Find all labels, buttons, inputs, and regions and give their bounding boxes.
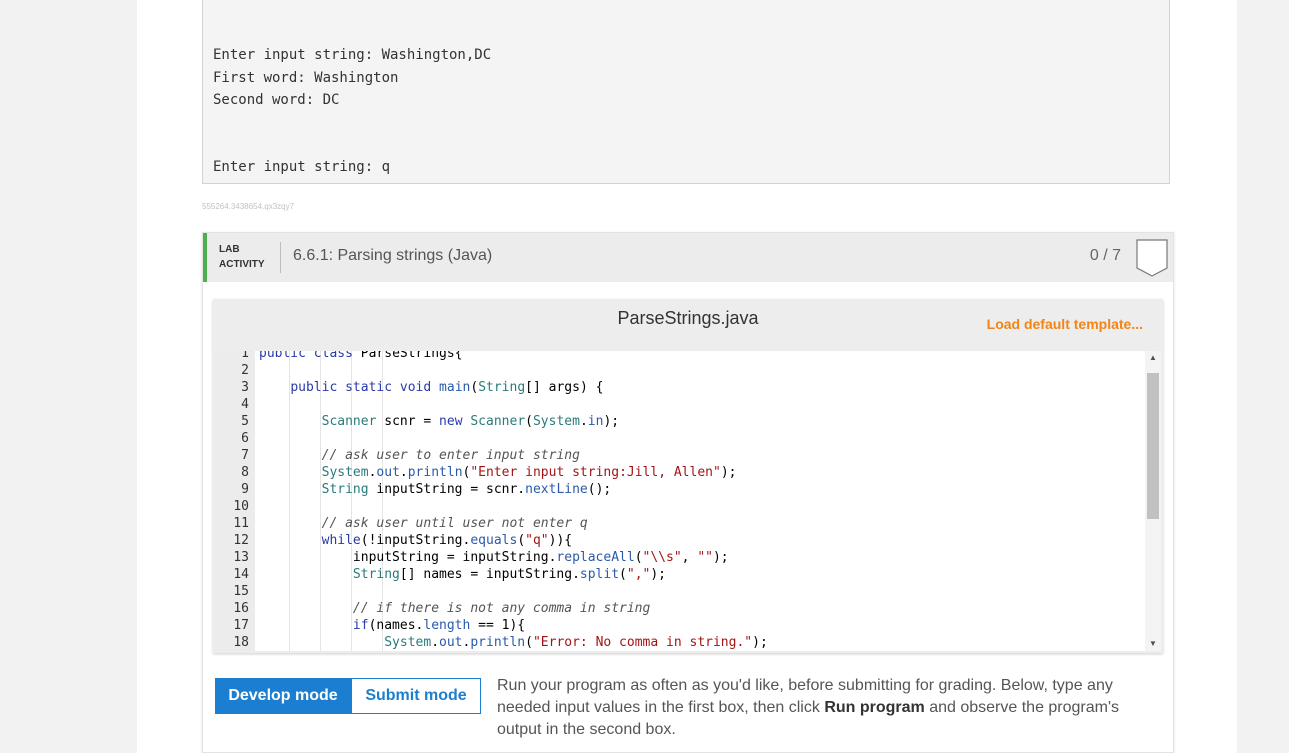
instructions-text: Run your program as often as you'd like,…	[497, 675, 1161, 741]
code-line[interactable]: 7 // ask user to enter input string	[215, 447, 1145, 464]
console-line: Enter input string: q	[213, 159, 391, 175]
code-line[interactable]: 18 System.out.println("Error: No comma i…	[215, 634, 1145, 651]
code-line[interactable]: 14 String[] names = inputString.split(",…	[215, 566, 1145, 583]
code-text: Scanner scnr = new Scanner(System.in);	[321, 414, 620, 429]
line-number: 2	[241, 363, 249, 378]
code-line[interactable]: 10	[215, 498, 1145, 515]
code-text: String[] names = inputString.split(",");	[352, 567, 667, 582]
code-line[interactable]: 5 Scanner scnr = new Scanner(System.in);	[215, 413, 1145, 430]
code-line[interactable]: 9 String inputString = scnr.nextLine();	[215, 481, 1145, 498]
code-text: // ask user to enter input string	[321, 448, 580, 463]
line-number: 13	[233, 550, 249, 565]
code-text: System.out.println("Enter input string:J…	[321, 465, 737, 480]
console-output-box: Enter input string: Washington,DC First …	[202, 0, 1170, 184]
lab-tag-line1: LAB	[219, 244, 240, 255]
code-editor-panel: ParseStrings.java Load default template.…	[213, 299, 1163, 653]
line-number: 18	[233, 635, 249, 650]
lab-score: 0 / 7	[1089, 247, 1121, 264]
line-number: 3	[241, 380, 249, 395]
code-text: inputString = inputString.replaceAll("\\…	[259, 550, 729, 565]
line-number: 4	[241, 397, 249, 412]
code-editor[interactable]: 1 public class ParseStrings{2 3 public sta…	[215, 351, 1161, 651]
lab-activity-card: LAB ACTIVITY 6.6.1: Parsing strings (Jav…	[202, 232, 1174, 753]
console-line: Second word: DC	[213, 92, 340, 108]
code-line[interactable]: 11 // ask user until user not enter q	[215, 515, 1145, 532]
code-text: while(!inputString.equals("q")){	[321, 533, 573, 548]
code-line[interactable]: 4	[215, 396, 1145, 413]
code-line[interactable]: 6	[215, 430, 1145, 447]
code-line[interactable]: 2	[215, 362, 1145, 379]
code-text: System.out.println("Error: No comma in s…	[384, 635, 768, 650]
activity-id: 555264.3438654.qx3zqy7	[202, 202, 295, 211]
code-line[interactable]: 1 public class ParseStrings{	[215, 351, 1145, 362]
code-text: if(names.length == 1){	[352, 618, 526, 633]
console-line: Enter input string: Washington,DC	[213, 47, 492, 63]
line-number: 1	[241, 351, 249, 361]
code-line[interactable]: 3 public static void main(String[] args)…	[215, 379, 1145, 396]
line-number: 10	[233, 499, 249, 514]
line-number: 6	[241, 431, 249, 446]
code-text: // if there is not any comma in string	[352, 601, 651, 616]
submit-mode-button[interactable]: Submit mode	[351, 678, 481, 714]
lab-activity-tag: LAB ACTIVITY	[219, 242, 265, 272]
code-text: String inputString = scnr.nextLine();	[321, 482, 612, 497]
line-number: 16	[233, 601, 249, 616]
line-number: 8	[241, 465, 249, 480]
load-default-template-link[interactable]: Load default template...	[987, 316, 1143, 332]
line-number: 5	[241, 414, 249, 429]
develop-mode-button[interactable]: Develop mode	[215, 678, 351, 714]
page-content: Enter input string: Washington,DC First …	[137, 0, 1237, 753]
code-line[interactable]: 13 inputString = inputString.replaceAll(…	[215, 549, 1145, 566]
console-line: First word: Washington	[213, 70, 399, 86]
header-divider	[280, 242, 281, 273]
code-line[interactable]: 8 System.out.println("Enter input string…	[215, 464, 1145, 481]
run-program-emphasis: Run program	[824, 699, 925, 716]
line-number: 11	[233, 516, 249, 531]
mode-toggle-group: Develop mode Submit mode	[215, 678, 481, 714]
lab-title: 6.6.1: Parsing strings (Java)	[293, 247, 493, 264]
line-number: 12	[233, 533, 249, 548]
completion-badge-icon	[1136, 239, 1168, 277]
code-line[interactable]: 12 while(!inputString.equals("q")){	[215, 532, 1145, 549]
line-number: 14	[233, 567, 249, 582]
code-text: public static void main(String[] args) {	[290, 380, 604, 395]
scroll-down-arrow-icon[interactable]: ▼	[1145, 637, 1161, 651]
line-number: 9	[241, 482, 249, 497]
line-number: 17	[233, 618, 249, 633]
lab-tag-line2: ACTIVITY	[219, 259, 265, 270]
editor-scrollbar[interactable]: ▲ ▼	[1145, 351, 1161, 651]
scroll-thumb[interactable]	[1147, 373, 1159, 519]
code-text: // ask user until user not enter q	[321, 516, 588, 531]
line-number: 7	[241, 448, 249, 463]
scroll-up-arrow-icon[interactable]: ▲	[1145, 351, 1161, 365]
code-line[interactable]: 17 if(names.length == 1){	[215, 617, 1145, 634]
line-number: 15	[233, 584, 249, 599]
lab-header: LAB ACTIVITY 6.6.1: Parsing strings (Jav…	[203, 233, 1173, 282]
code-line[interactable]: 15	[215, 583, 1145, 600]
code-text: public class ParseStrings{	[259, 351, 463, 361]
code-line[interactable]: 16 // if there is not any comma in strin…	[215, 600, 1145, 617]
